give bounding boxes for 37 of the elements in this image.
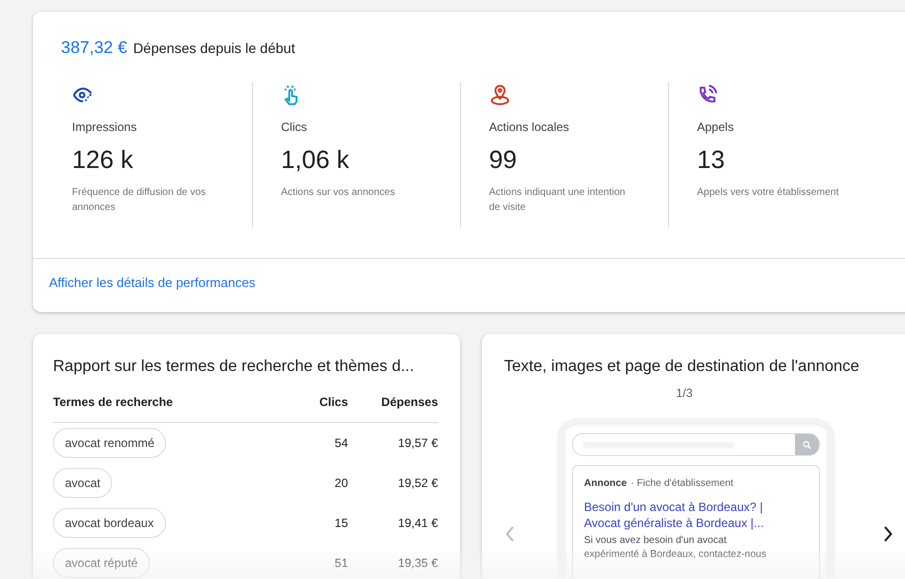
metric-description: Actions sur vos annonces — [281, 186, 395, 200]
table-cell-text: 19,52 € — [396, 476, 438, 490]
performance-details-link[interactable]: Afficher les détails de performances — [49, 275, 256, 290]
metric-label: Actions locales — [489, 120, 570, 134]
column-header: Clics — [318, 395, 348, 409]
metric-description: Actions indiquant une intention de visite — [489, 186, 626, 215]
ad-headline: Besoin d'un avocat à Bordeaux? | Avocat généraliste à Bordeaux |... — [584, 499, 765, 531]
total-spend-label: Dépenses depuis le début — [133, 40, 296, 56]
column-header: Dépenses — [380, 395, 438, 409]
table-cell-text: 19,57 € — [396, 436, 438, 450]
table-cell-text: 19,35 € — [396, 556, 438, 570]
search-term-chip[interactable]: avocat bordeaux — [53, 508, 166, 538]
metric-label: Appels — [697, 120, 734, 134]
metric-label: Clics — [281, 120, 307, 134]
ad-description: Si vous avez besoin d'un avocat expérimenté à Bordeaux, contactez-nous — [584, 534, 768, 562]
metric-description: Appels vers votre établissement — [697, 186, 839, 200]
table-cell-text: 20 — [334, 476, 348, 490]
search-term-chip[interactable]: avocat renommé — [53, 428, 166, 458]
table-cell-text: 19,41 € — [396, 516, 438, 530]
card-title: Texte, images et page de destination de l'annonce — [504, 358, 860, 376]
metric-value: 126 k — [72, 146, 134, 175]
metric-label: Impressions — [72, 120, 137, 134]
table-cell-text: 54 — [334, 436, 348, 450]
metric-value: 1,06 k — [281, 146, 350, 175]
search-icon — [802, 440, 812, 450]
card-title: Rapport sur les termes de recherche et thèmes d... — [53, 358, 416, 376]
page-counter: 1/3 — [676, 386, 693, 400]
metric-value: 99 — [489, 146, 517, 175]
column-header: Termes de recherche — [53, 395, 174, 409]
ad-source: · Fiche d'établissement — [630, 478, 734, 489]
search-term-chip[interactable]: avocat — [53, 468, 112, 498]
ad-label: Annonce — [584, 478, 627, 489]
metric-value: 13 — [697, 146, 725, 175]
table-cell-text: 15 — [334, 516, 348, 530]
metric-description: Fréquence de diffusion de vos annonces — [72, 186, 207, 215]
table-cell-text: 51 — [334, 556, 348, 570]
total-spend-amount: 387,32 € — [61, 38, 128, 58]
